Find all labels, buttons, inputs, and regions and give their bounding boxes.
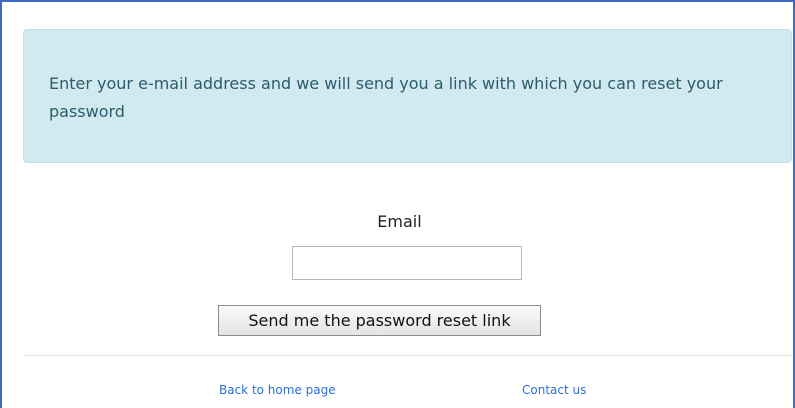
page-frame: Enter your e-mail address and we will se… xyxy=(0,0,795,408)
info-message: Enter your e-mail address and we will se… xyxy=(49,74,723,121)
send-reset-link-button[interactable]: Send me the password reset link xyxy=(218,305,541,336)
divider xyxy=(23,355,792,356)
contact-us-link[interactable]: Contact us xyxy=(522,383,586,397)
back-to-home-link[interactable]: Back to home page xyxy=(219,383,336,397)
email-label: Email xyxy=(377,212,422,231)
info-alert: Enter your e-mail address and we will se… xyxy=(23,29,792,163)
email-field[interactable] xyxy=(292,246,522,280)
